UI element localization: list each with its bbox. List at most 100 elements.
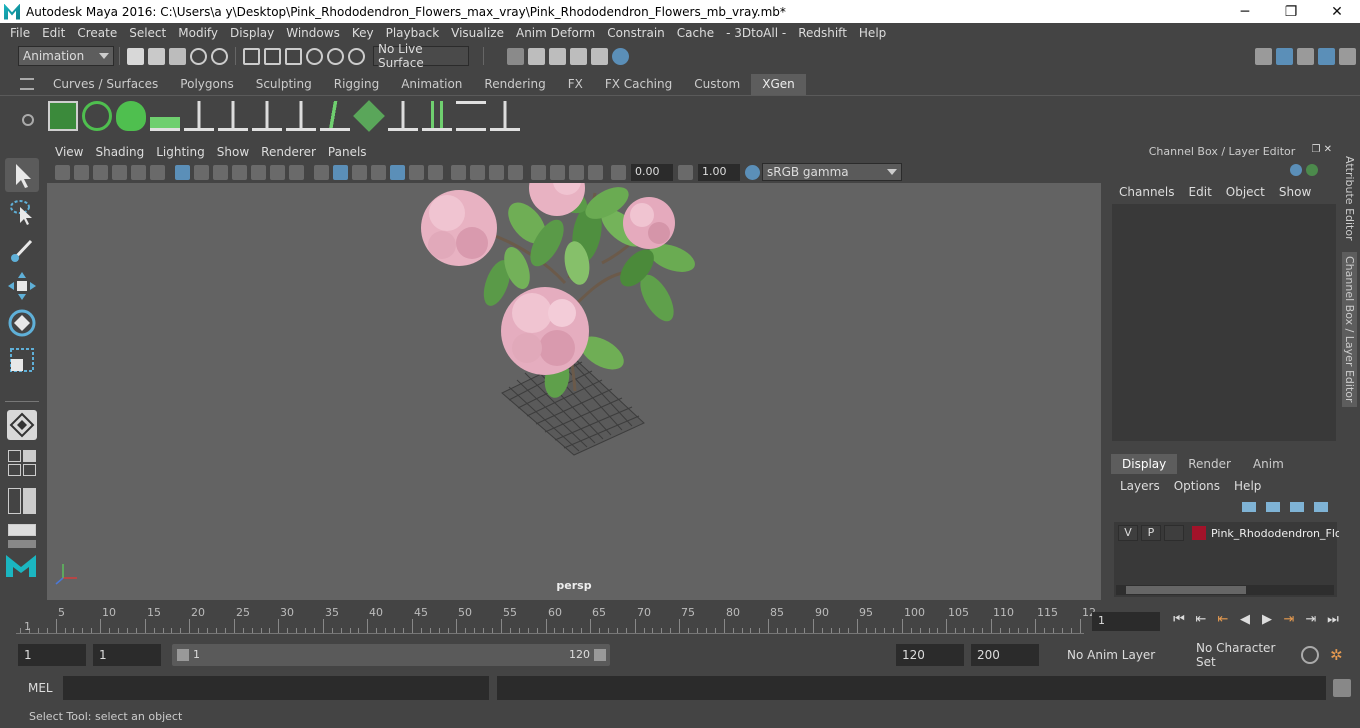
tab-attribute-editor[interactable]: Attribute Editor xyxy=(1342,152,1357,245)
safe-title-icon[interactable] xyxy=(289,164,304,180)
ipr-render-icon[interactable] xyxy=(570,47,587,65)
range-end-handle[interactable] xyxy=(594,649,606,661)
menu-3dtoall[interactable]: - 3DtoAll - xyxy=(720,26,792,40)
tab-xgen[interactable]: XGen xyxy=(751,74,806,95)
tab-rigging[interactable]: Rigging xyxy=(322,74,391,95)
move-layer-up-icon[interactable] xyxy=(1242,502,1256,512)
toggle-channelbox-icon[interactable] xyxy=(1318,47,1335,65)
go-to-end-icon[interactable]: ⏭ xyxy=(1322,612,1344,632)
step-back-key-icon[interactable]: ⇤ xyxy=(1190,612,1212,632)
new-empty-layer-icon[interactable] xyxy=(1290,502,1304,512)
outliner-layout-icon[interactable] xyxy=(8,524,36,536)
layer-name[interactable]: Pink_Rhododendron_Flo xyxy=(1211,527,1339,540)
menu-modify[interactable]: Modify xyxy=(172,26,224,40)
color-space-dropdown[interactable]: sRGB gamma xyxy=(762,163,902,181)
field-chart-icon[interactable] xyxy=(251,164,266,180)
step-back-frame-icon[interactable]: ⇤ xyxy=(1212,612,1234,632)
open-scene-icon[interactable] xyxy=(148,47,165,65)
anim-layer-dropdown[interactable]: No Anim Layer xyxy=(1045,644,1163,666)
character-set-dropdown[interactable]: No Character Set xyxy=(1174,641,1294,669)
select-tool-icon[interactable] xyxy=(5,158,39,192)
viewport-menu-lighting[interactable]: Lighting xyxy=(150,145,211,159)
new-layer-selected-icon[interactable] xyxy=(1314,502,1328,512)
channel-menu-edit[interactable]: Edit xyxy=(1182,185,1219,199)
film-gate-icon[interactable] xyxy=(194,164,209,180)
camera-attributes-icon[interactable] xyxy=(74,164,89,180)
exposure-field[interactable]: 0.00 xyxy=(631,163,673,181)
auto-key-icon[interactable] xyxy=(1301,646,1319,664)
xgen-place-guide-icon[interactable] xyxy=(184,101,214,131)
select-component-icon[interactable] xyxy=(285,47,302,65)
menu-help[interactable]: Help xyxy=(853,26,892,40)
perspective-viewport[interactable]: persp xyxy=(47,183,1101,600)
grid-toggle-icon[interactable] xyxy=(175,164,190,180)
shelf-settings-gear-icon[interactable] xyxy=(22,114,34,126)
toggle-outliner-icon[interactable] xyxy=(1276,47,1293,65)
tab-channel-box-layer-editor[interactable]: Channel Box / Layer Editor xyxy=(1342,252,1357,407)
menu-file[interactable]: File xyxy=(4,26,36,40)
viewport-menu-show[interactable]: Show xyxy=(211,145,255,159)
animation-start-field[interactable]: 1 xyxy=(18,644,86,666)
resolution-gate-icon[interactable] xyxy=(213,164,228,180)
xgen-rebuild-guide-icon[interactable] xyxy=(388,101,418,131)
layer-menu-layers[interactable]: Layers xyxy=(1113,479,1167,493)
manipulator-icon[interactable] xyxy=(1290,164,1302,176)
color-management-icon[interactable] xyxy=(745,164,760,180)
script-editor-icon[interactable] xyxy=(1333,679,1351,697)
xgen-bend-guide-icon[interactable] xyxy=(320,101,350,131)
layer-menu-options[interactable]: Options xyxy=(1167,479,1227,493)
snap-curve-icon[interactable] xyxy=(327,47,344,65)
current-frame-field[interactable]: 1 xyxy=(1092,612,1160,631)
menu-create[interactable]: Create xyxy=(71,26,123,40)
redshift-render-icon[interactable] xyxy=(612,47,629,65)
layer-color-swatch[interactable] xyxy=(1192,526,1206,540)
toggle-attribute-icon[interactable] xyxy=(1297,47,1314,65)
side-by-side-layout-icon[interactable] xyxy=(8,488,36,514)
time-ruler[interactable]: 1 5 10 15 20 25 30 35 40 45 50 55 60 65 70 75 80 85 90 95 10… xyxy=(16,606,1096,634)
range-start-handle[interactable] xyxy=(177,649,189,661)
isolate-select-icon[interactable] xyxy=(531,164,546,180)
redo-icon[interactable] xyxy=(211,47,228,65)
textured-icon[interactable] xyxy=(390,164,405,180)
viewport-menu-panels[interactable]: Panels xyxy=(322,145,373,159)
menu-playback[interactable]: Playback xyxy=(380,26,446,40)
viewport-menu-view[interactable]: View xyxy=(49,145,89,159)
backface-culling-icon[interactable] xyxy=(588,164,603,180)
tab-sculpting[interactable]: Sculpting xyxy=(244,74,323,95)
bookmark-icon[interactable] xyxy=(93,164,108,180)
menu-windows[interactable]: Windows xyxy=(280,26,346,40)
mode-dropdown[interactable]: Animation xyxy=(18,46,114,66)
xray-joints-icon[interactable] xyxy=(550,164,565,180)
tab-custom[interactable]: Custom xyxy=(683,74,752,95)
layer-display-type[interactable] xyxy=(1164,525,1184,541)
xgen-editor-icon[interactable] xyxy=(48,101,78,131)
menu-cache[interactable]: Cache xyxy=(671,26,720,40)
step-forward-key-icon[interactable]: ⇥ xyxy=(1300,612,1322,632)
save-scene-icon[interactable] xyxy=(169,47,186,65)
layer-playback-toggle[interactable]: P xyxy=(1141,525,1161,541)
play-backwards-icon[interactable]: ◀ xyxy=(1234,612,1256,632)
gamma-icon[interactable] xyxy=(678,164,693,180)
tab-polygons[interactable]: Polygons xyxy=(169,74,245,95)
channel-box-icons[interactable] xyxy=(1290,164,1330,180)
animation-preferences-icon[interactable]: ✲ xyxy=(1330,646,1348,664)
render-frame-icon[interactable] xyxy=(528,47,545,65)
exposure-icon[interactable] xyxy=(611,164,626,180)
wireframe-on-shaded-icon[interactable] xyxy=(352,164,367,180)
snap-point-icon[interactable] xyxy=(348,47,365,65)
menu-display[interactable]: Display xyxy=(224,26,280,40)
render-settings-icon[interactable] xyxy=(507,47,524,65)
menu-constrain[interactable]: Constrain xyxy=(601,26,671,40)
four-view-layout-icon[interactable] xyxy=(8,450,36,476)
xgen-normalize-guide-icon[interactable] xyxy=(456,101,486,131)
channel-menu-object[interactable]: Object xyxy=(1219,185,1272,199)
xgen-hair-clump-icon[interactable] xyxy=(422,101,452,131)
depth-of-field-icon[interactable] xyxy=(508,164,523,180)
maximize-button[interactable]: ❐ xyxy=(1268,4,1314,20)
xgen-groom-icon[interactable] xyxy=(353,100,385,132)
use-all-lights-icon[interactable] xyxy=(409,164,424,180)
toggle-layer-icon[interactable] xyxy=(1339,47,1356,65)
safe-action-icon[interactable] xyxy=(270,164,285,180)
tab-render[interactable]: Render xyxy=(1177,454,1242,474)
move-tool-icon[interactable] xyxy=(5,269,39,303)
